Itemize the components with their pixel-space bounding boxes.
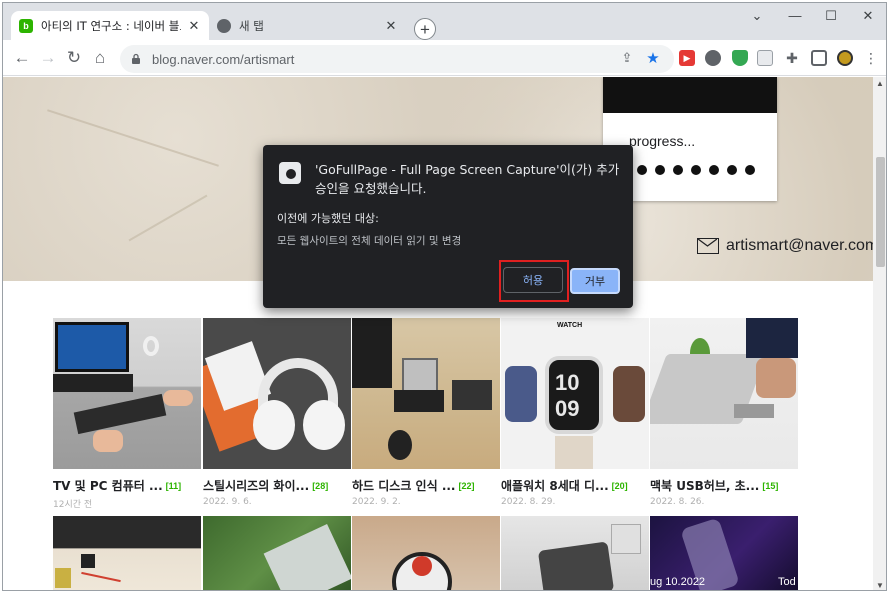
progress-dots [637, 165, 755, 175]
post-card[interactable]: TV 및 PC 컴퓨터 ... [11] 12시간 전 [53, 318, 201, 510]
contact-email[interactable]: artismart@naver.com [697, 237, 873, 255]
post-thumbnail[interactable]: ug 10.2022 Tod [650, 516, 798, 590]
post-thumbnail[interactable] [53, 516, 201, 590]
extensions-puzzle-icon[interactable]: ✚ [784, 50, 800, 66]
progress-text: progress... [629, 133, 696, 149]
post-thumbnail[interactable] [650, 318, 798, 469]
allow-button[interactable]: 허용 [503, 267, 563, 293]
post-card[interactable]: ug 10.2022 Tod [650, 516, 798, 590]
close-window-button[interactable]: ✕ [858, 8, 878, 24]
reload-icon[interactable]: ↻ [63, 47, 85, 69]
post-title[interactable]: 스틸시리즈의 화이... [203, 477, 309, 494]
new-tab-button[interactable]: + [414, 18, 436, 40]
lock-icon[interactable] [130, 53, 142, 65]
post-thumbnail[interactable] [53, 318, 201, 469]
side-panel-icon[interactable] [811, 50, 827, 66]
deny-button[interactable]: 거부 [570, 268, 620, 294]
post-card[interactable]: 스틸시리즈의 화이... [28] 2022. 9. 6. [203, 318, 351, 507]
post-card[interactable] [501, 516, 649, 590]
tab-strip: b 아티의 IT 연구소 : 네이버 블로그 ✕ 새 탭 ✕ + ⌄ — ☐ ✕ [3, 3, 886, 40]
post-title[interactable]: 애플워치 8세대 디... [501, 477, 609, 494]
tab-search-icon[interactable]: ⌄ [747, 8, 767, 24]
post-card[interactable] [352, 516, 500, 590]
maximize-button[interactable]: ☐ [821, 8, 841, 24]
scrollbar-thumb[interactable] [876, 157, 885, 267]
tab-naver-blog[interactable]: b 아티의 IT 연구소 : 네이버 블로그 ✕ [11, 11, 209, 40]
event-tod-text: Tod [778, 576, 796, 588]
extension-red-icon[interactable]: ▶ [679, 50, 695, 66]
browser-toolbar: ← → ↻ ⌂ blog.naver.com/artismart ⇪ ★ ▶ ✚… [3, 40, 886, 76]
email-text: artismart@naver.com [726, 237, 873, 254]
post-thumbnail[interactable] [352, 318, 500, 469]
comment-count: [22] [458, 480, 475, 491]
page-scrollbar[interactable]: ▲ ▼ [873, 77, 886, 590]
comment-count: [20] [611, 480, 628, 491]
close-tab-icon[interactable]: ✕ [187, 18, 201, 34]
camera-icon [279, 162, 301, 184]
dialog-subtitle: 이전에 가능했던 대상: [277, 212, 379, 225]
post-date: 2022. 8. 26. [650, 497, 705, 507]
tab-title: 새 탭 [239, 18, 264, 33]
post-thumbnail[interactable] [352, 516, 500, 590]
watch-brand-text: WATCH [557, 322, 583, 329]
comment-count: [11] [165, 480, 182, 491]
post-date: 2022. 9. 2. [352, 497, 401, 507]
browser-window: b 아티의 IT 연구소 : 네이버 블로그 ✕ 새 탭 ✕ + ⌄ — ☐ ✕… [2, 2, 887, 591]
post-date: 2022. 9. 6. [203, 497, 252, 507]
post-title[interactable]: 맥북 USB허브, 초... [650, 477, 759, 494]
address-bar[interactable]: blog.naver.com/artismart [120, 45, 674, 73]
post-card[interactable] [203, 516, 351, 590]
post-thumbnail[interactable] [501, 516, 649, 590]
event-date-text: ug 10.2022 [650, 576, 706, 588]
watch-hour-text: 10 [555, 370, 580, 395]
dialog-title: 'GoFullPage - Full Page Screen Capture'이… [315, 162, 620, 196]
comment-count: [28] [312, 480, 329, 491]
chrome-icon [217, 18, 231, 33]
bookmark-star-icon[interactable]: ★ [645, 50, 661, 67]
post-date: 2022. 8. 29. [501, 497, 556, 507]
mail-icon [697, 238, 719, 254]
post-card[interactable] [53, 516, 201, 590]
back-icon[interactable]: ← [11, 47, 33, 69]
post-date: 12시간 전 [53, 500, 93, 510]
post-title[interactable]: TV 및 PC 컴퓨터 ... [53, 477, 163, 494]
post-card[interactable]: 하드 디스크 인식 ... [22] 2022. 9. 2. [352, 318, 500, 507]
page-content: progress... artismart@naver.com TV 및 PC … [3, 77, 873, 590]
extension-gray-icon[interactable] [705, 50, 721, 66]
watch-minute-text: 09 [555, 396, 580, 421]
post-card[interactable]: WATCH 10 09 애플워치 8세대 디... [20] 2022. 8. 2… [501, 318, 649, 507]
gofullpage-camera-icon[interactable] [757, 50, 773, 66]
post-thumbnail[interactable] [203, 318, 351, 469]
url-text: blog.naver.com/artismart [152, 51, 295, 67]
minimize-button[interactable]: — [785, 8, 805, 23]
post-thumbnail[interactable] [203, 516, 351, 590]
menu-kebab-icon[interactable]: ⋮ [863, 50, 879, 66]
post-card[interactable]: 맥북 USB허브, 초... [15] 2022. 8. 26. [650, 318, 798, 507]
scroll-up-icon[interactable]: ▲ [876, 79, 884, 88]
shield-icon[interactable] [732, 50, 748, 66]
permission-text: 모든 웹사이트의 전체 데이터 읽기 및 변경 [277, 235, 462, 247]
forward-icon[interactable]: → [37, 47, 59, 69]
home-icon[interactable]: ⌂ [89, 47, 111, 69]
post-thumbnail[interactable]: WATCH 10 09 [501, 318, 649, 469]
naver-icon: b [19, 18, 33, 33]
close-tab-icon[interactable]: ✕ [383, 18, 399, 34]
extension-permission-dialog: 'GoFullPage - Full Page Screen Capture'이… [263, 145, 633, 308]
post-title[interactable]: 하드 디스크 인식 ... [352, 477, 456, 494]
scroll-down-icon[interactable]: ▼ [876, 581, 884, 590]
avatar[interactable] [837, 50, 853, 66]
tab-title: 아티의 IT 연구소 : 네이버 블로그 [41, 18, 181, 33]
share-icon[interactable]: ⇪ [619, 50, 635, 66]
tab-new-tab[interactable]: 새 탭 ✕ [209, 11, 407, 40]
comment-count: [15] [762, 480, 779, 491]
